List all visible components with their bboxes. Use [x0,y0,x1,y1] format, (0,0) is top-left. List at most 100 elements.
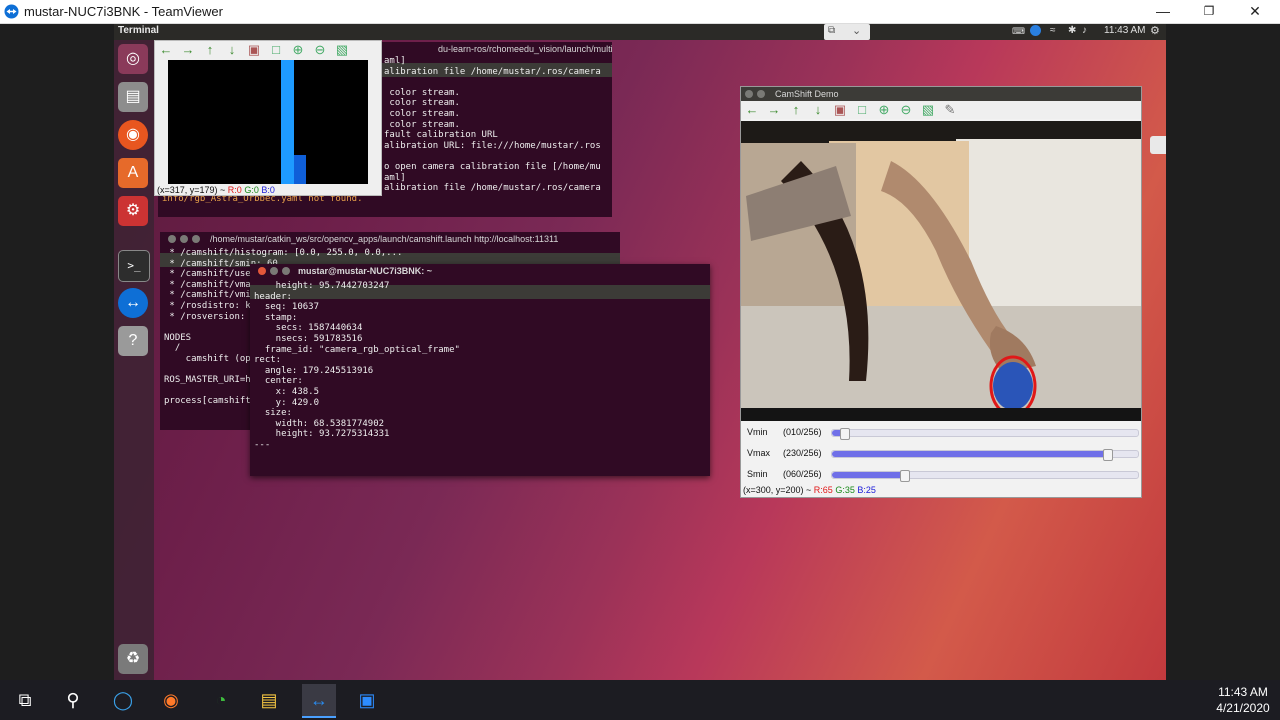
files-icon[interactable]: ▤ [118,82,148,112]
zoom-out-icon[interactable]: ⊖ [898,102,914,118]
terminal-line: frame_id: "camera_rgb_optical_frame" [254,344,460,355]
close-button[interactable]: ✕ [1232,0,1278,23]
taskbar-clock[interactable]: 11:43 AM 4/21/2020 [1210,684,1276,716]
pan-left-icon[interactable]: ← [744,102,760,118]
chrome-icon[interactable]: ◔ [204,684,238,716]
software-center-icon[interactable]: A [118,158,148,188]
volume-icon[interactable]: ♪ [1082,25,1087,36]
terminal-line: rect: [254,355,282,366]
histogram-bar-hue-2 [294,155,306,184]
windows-start-icon[interactable]: ⧉ [8,684,42,716]
terminal-window-echo[interactable]: mustar@mustar-NUC7i3BNK: ~ height: 95.74… [250,264,710,476]
topbar-clock[interactable]: 11:43 AM [1104,25,1146,36]
slider-handle[interactable] [1102,449,1113,461]
terminal-icon[interactable]: >_ [118,250,150,282]
slider-track[interactable] [831,470,1139,482]
help-icon[interactable]: ? [118,326,148,356]
minimize-button[interactable]: — [1140,0,1186,23]
keyboard-icon[interactable]: ⌨ [1012,26,1025,37]
terminal-line: height: 93.7275314331 [254,429,390,440]
terminal-line: angle: 179.245513916 [254,365,374,376]
zoom-out-icon[interactable]: ⊖ [312,42,328,58]
terminal-line: secs: 1587440634 [254,323,363,334]
pan-up-icon[interactable]: ↑ [788,102,804,118]
pan-right-icon[interactable]: → [766,102,782,118]
camshift-status-g: G:35 [835,485,855,495]
slider-vmin[interactable]: Vmin (010/256) [741,423,1141,444]
terminal-line: fault calibration URL [384,130,498,141]
zoom-fit-icon[interactable]: □ [854,102,870,118]
trash-icon[interactable]: ♻ [118,644,148,674]
terminal-line: alibration URL: file:///home/mustar/.ros [384,140,601,151]
properties-icon[interactable]: ✎ [942,102,958,118]
teamviewer-launcher-icon[interactable]: ↔ [118,288,148,318]
active-app-title: Terminal [118,25,159,36]
zoom-original-icon[interactable]: ▣ [832,102,848,118]
save-icon[interactable]: ▧ [334,42,350,58]
terminal-close-icon[interactable] [258,267,266,275]
terminal-line: height: 95.7442703247 [254,281,390,291]
pan-down-icon[interactable]: ↓ [224,42,240,58]
letterbox-left [0,24,114,680]
bluetooth-icon[interactable]: ✱ [1068,25,1076,36]
terminal-line: color stream. [384,119,460,130]
teamviewer-side-panel-icon[interactable] [1150,136,1166,154]
zoom-icon[interactable]: ▣ [350,684,384,716]
remote-desktop[interactable]: Terminal ⧉ ⌄ ⌨ ≈ ✱ ♪ 11:43 AM ⚙ ◎ ▤ ◉ A … [114,24,1166,680]
camshift-window[interactable]: CamShift Demo ← → ↑ ↓ ▣ □ ⊕ ⊖ ▧ ✎ Vmin (010/256) Vm… [740,86,1142,498]
system-settings-icon[interactable]: ⚙ [118,196,148,226]
chevron-down-icon[interactable]: ⌄ [852,24,861,37]
slider-handle[interactable] [839,428,850,440]
save-icon[interactable]: ▧ [920,102,936,118]
wifi-icon[interactable]: ≈ [1050,25,1056,36]
terminal-line: size: [254,408,292,419]
ubuntu-dash-icon[interactable]: ◎ [118,44,148,74]
pan-down-icon[interactable]: ↓ [810,102,826,118]
terminal-line: aml] [384,56,406,66]
terminal-minimize-icon[interactable] [270,267,278,275]
terminal-line: y: 429.0 [254,397,320,408]
zoom-original-icon[interactable]: ▣ [246,42,262,58]
file-explorer-icon[interactable]: ▤ [252,684,286,716]
pan-right-icon[interactable]: → [180,42,196,58]
slider-fill [832,472,904,478]
camshift-sliders: Vmin (010/256) Vmax (230/256) Smin (060/256) [741,423,1141,486]
terminal-maximize-icon[interactable] [282,267,290,275]
teamviewer-session-toolbar[interactable]: ⧉ ⌄ [824,24,870,40]
pan-up-icon[interactable]: ↑ [202,42,218,58]
terminal-line: header: [254,291,292,302]
camera-feed [741,121,1141,421]
teamviewer-tray-icon[interactable] [1030,25,1041,36]
pan-left-icon[interactable]: ← [158,42,174,58]
histogram-canvas [168,60,368,184]
slider-track[interactable] [831,449,1139,461]
camshift-title: CamShift Demo [775,89,839,99]
slider-handle[interactable] [899,470,910,482]
slider-value: (010/256) [783,427,822,437]
zoom-in-icon[interactable]: ⊕ [876,102,892,118]
terminal-back-path: du-learn-ros/rchomeedu_vision/launch/mul… [438,44,612,54]
fullscreen-icon[interactable]: ⧉ [828,25,835,36]
settings-gear-icon[interactable]: ⚙ [1150,24,1160,37]
camshift-titlebar[interactable]: CamShift Demo [741,87,1141,101]
camshift-toolbar: ← → ↑ ↓ ▣ □ ⊕ ⊖ ▧ ✎ [741,101,1141,119]
search-icon[interactable]: ⚲ [56,684,90,716]
teamviewer-taskbar-icon[interactable]: ↔ [302,684,336,718]
zoom-fit-icon[interactable]: □ [268,42,284,58]
terminal-line: x: 438.5 [254,386,320,397]
teamviewer-titlebar: mustar-NUC7i3BNK - TeamViewer — ❐ ✕ [0,0,1280,24]
terminal-line: aml] [384,172,406,183]
terminal-line: stamp: [254,312,298,323]
ubuntu-topbar: Terminal ⧉ ⌄ ⌨ ≈ ✱ ♪ 11:43 AM ⚙ [114,24,1166,40]
slider-smin[interactable]: Smin (060/256) [741,465,1141,486]
histogram-status-b: B:0 [261,185,275,195]
restore-button[interactable]: ❐ [1186,0,1232,23]
zoom-in-icon[interactable]: ⊕ [290,42,306,58]
slider-track[interactable] [831,428,1139,440]
slider-vmax[interactable]: Vmax (230/256) [741,444,1141,465]
firefox-taskbar-icon[interactable]: ◉ [154,684,188,716]
slider-label: Smin [747,469,768,479]
histogram-window[interactable]: ← → ↑ ↓ ▣ □ ⊕ ⊖ ▧ (x=317, y=179) ~ R:0 G:0 B:0 [154,40,382,196]
firefox-icon[interactable]: ◉ [118,120,148,150]
edge-icon[interactable]: ◯ [106,684,140,716]
